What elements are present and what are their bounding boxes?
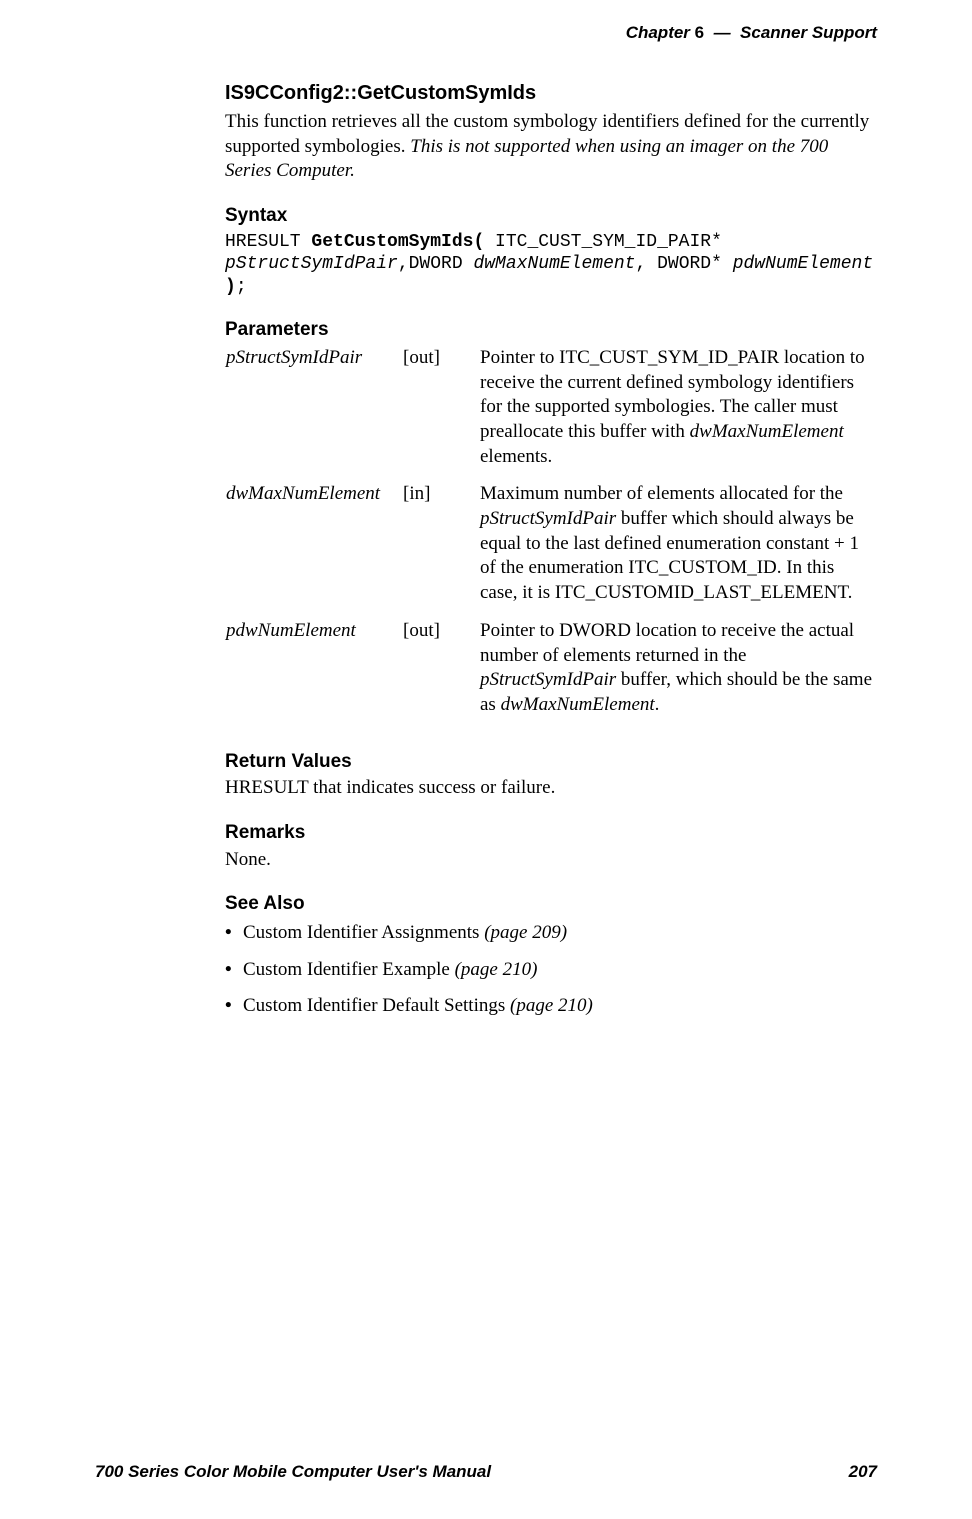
syntax-token: ITC_CUST_SYM_ID_PAIR* [484,232,722,252]
table-row: pStructSymIdPair [out] Pointer to ITC_CU… [225,345,877,481]
see-also-heading: See Also [225,892,877,917]
param-description: Pointer to ITC_CUST_SYM_ID_PAIR location… [479,345,877,481]
page-footer: 700 Series Color Mobile Computer User's … [95,1461,877,1483]
table-row: dwMaxNumElement [in] Maximum number of e… [225,481,877,617]
param-direction: [out] [402,345,479,481]
syntax-param: pStructSymIdPair [225,254,398,274]
parameters-table: pStructSymIdPair [out] Pointer to ITC_CU… [225,345,877,730]
see-also-page: (page 209) [484,922,567,943]
desc-text: dwMaxNumElement [690,421,844,442]
param-name: pStructSymIdPair [225,345,402,481]
param-name: pdwNumElement [225,618,402,730]
desc-text: dwMaxNumElement [501,694,655,715]
param-name: dwMaxNumElement [225,481,402,617]
content-area: IS9CConfig2::GetCustomSymIds This functi… [225,80,877,1019]
chapter-label: Chapter [626,23,690,42]
syntax-param: dwMaxNumElement [473,254,635,274]
syntax-token: HRESULT [225,232,311,252]
desc-text: . [655,694,660,715]
syntax-param: pdwNumElement [733,254,873,274]
footer-manual-title: 700 Series Color Mobile Computer User's … [95,1461,491,1483]
see-also-page: (page 210) [510,995,593,1016]
remarks-text: None. [225,848,877,873]
header-sep: — [714,23,731,42]
param-description: Maximum number of elements allocated for… [479,481,877,617]
remarks-heading: Remarks [225,821,877,846]
page-number: 207 [849,1461,877,1483]
param-direction: [out] [402,618,479,730]
function-intro: This function retrieves all the custom s… [225,110,877,184]
syntax-heading: Syntax [225,204,877,229]
desc-text: Pointer to DWORD location to receive the… [480,620,854,666]
chapter-number: 6 [695,23,704,42]
return-values-text: HRESULT that indicates success or failur… [225,776,877,801]
page-container: Chapter 6 — Scanner Support IS9CConfig2:… [0,0,972,1519]
return-values-heading: Return Values [225,750,877,775]
syntax-close: ) [225,277,236,297]
param-description: Pointer to DWORD location to receive the… [479,618,877,730]
desc-text: pStructSymIdPair [480,669,616,690]
desc-text: elements. [480,446,552,467]
syntax-token: ; [236,277,247,297]
chapter-title: Scanner Support [740,23,877,42]
syntax-funcname: GetCustomSymIds( [311,232,484,252]
function-title: IS9CConfig2::GetCustomSymIds [225,80,877,106]
running-header: Chapter 6 — Scanner Support [626,22,877,44]
desc-text: Maximum number of elements allocated for… [480,483,843,504]
table-row: pdwNumElement [out] Pointer to DWORD loc… [225,618,877,730]
syntax-block: HRESULT GetCustomSymIds( ITC_CUST_SYM_ID… [225,231,877,299]
desc-text: pStructSymIdPair [480,508,616,529]
see-also-page: (page 210) [455,959,538,980]
see-also-text: Custom Identifier Example [243,959,455,980]
see-also-text: Custom Identifier Assignments [243,922,484,943]
syntax-token: ,DWORD [398,254,474,274]
list-item: Custom Identifier Default Settings (page… [225,994,877,1019]
see-also-list: Custom Identifier Assignments (page 209)… [225,921,877,1019]
see-also-text: Custom Identifier Default Settings [243,995,510,1016]
syntax-token: , DWORD* [635,254,732,274]
parameters-heading: Parameters [225,318,877,343]
param-direction: [in] [402,481,479,617]
list-item: Custom Identifier Assignments (page 209) [225,921,877,946]
list-item: Custom Identifier Example (page 210) [225,958,877,983]
